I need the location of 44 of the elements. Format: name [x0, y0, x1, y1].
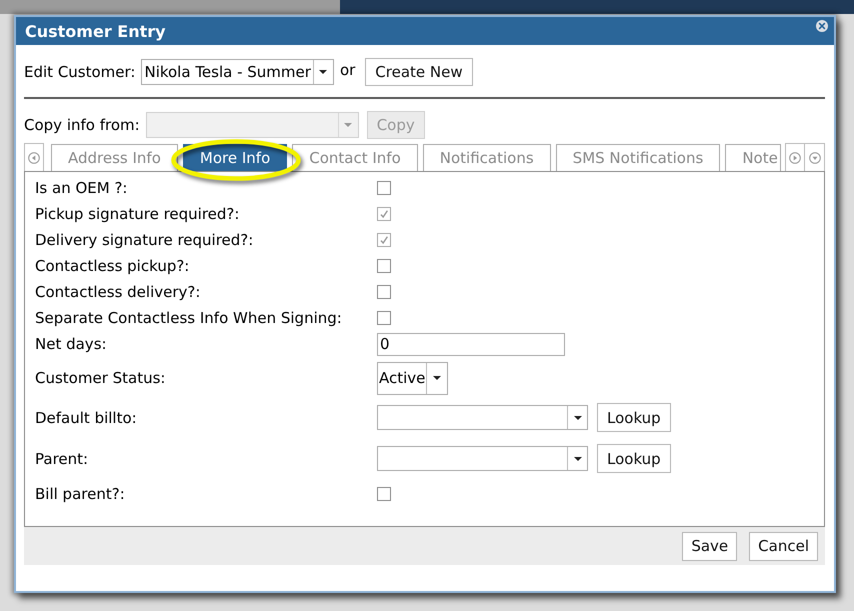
tab-scroll-left-button[interactable]	[24, 143, 44, 171]
combo-field[interactable]	[377, 446, 588, 471]
copy-info-label: Copy info from:	[24, 116, 140, 134]
tab-menu-button[interactable]	[805, 143, 825, 171]
checkbox[interactable]	[377, 207, 391, 221]
field-label: Is an OEM ?:	[35, 179, 128, 197]
checkbox[interactable]	[377, 233, 391, 247]
checkbox[interactable]	[377, 259, 391, 273]
field-label: Default billto:	[35, 408, 137, 426]
field-label: Contactless delivery?:	[35, 283, 200, 301]
close-icon[interactable]	[816, 20, 828, 32]
field-label: Delivery signature required?:	[35, 231, 254, 249]
field-label: Contactless pickup?:	[35, 257, 190, 275]
field-label: Net days:	[35, 335, 107, 353]
check-icon	[378, 234, 390, 246]
field-label: Bill parent?:	[35, 485, 125, 503]
or-text: or	[340, 61, 356, 79]
caret-icon	[574, 456, 582, 460]
caret-icon	[319, 70, 328, 74]
field-label: Pickup signature required?:	[35, 205, 240, 223]
tab-scroll-right-button[interactable]	[785, 143, 805, 171]
lookup-button[interactable]: Lookup	[597, 444, 671, 473]
check-icon	[378, 208, 390, 220]
dialog-title: Customer Entry	[25, 22, 166, 40]
status-dropdown[interactable]: Active	[377, 362, 448, 394]
customer-dropdown[interactable]: Nikola Tesla - Summer	[141, 59, 334, 85]
footer-button[interactable]: Save	[682, 532, 738, 560]
checkbox[interactable]	[377, 311, 391, 325]
combo-field[interactable]	[377, 405, 588, 430]
text-field[interactable]: 0	[377, 332, 565, 356]
field-label: Parent:	[35, 450, 88, 468]
checkbox[interactable]	[377, 285, 391, 299]
field-label: Customer Status:	[35, 369, 166, 387]
checkbox[interactable]	[377, 181, 391, 195]
tab[interactable]: More Info	[182, 144, 288, 171]
caret-icon	[574, 416, 582, 420]
footer-button[interactable]: Cancel	[749, 532, 818, 560]
caret-icon	[344, 123, 352, 127]
lookup-button[interactable]: Lookup	[597, 403, 671, 432]
edit-customer-label: Edit Customer:	[24, 63, 136, 81]
create-new-button[interactable]: Create New	[365, 58, 473, 86]
field-label: Separate Contactless Info When Signing:	[35, 309, 342, 327]
checkbox[interactable]	[377, 487, 391, 501]
caret-icon	[433, 376, 442, 380]
